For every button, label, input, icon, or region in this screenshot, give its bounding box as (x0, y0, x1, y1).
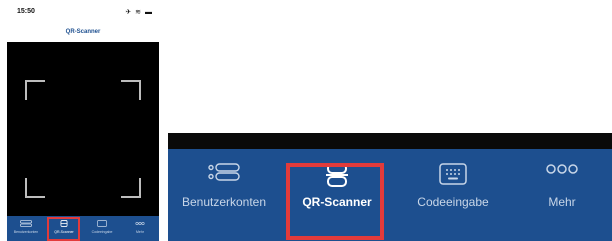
navigation-bar: QR-Scanner (7, 24, 159, 42)
tab-label: Benutzerkonten (181, 195, 267, 209)
tab-label: Mehr (548, 195, 576, 209)
more-icon (546, 164, 578, 174)
keypad-icon (97, 220, 107, 227)
zoomed-tab-bar: Benutzerkonten QR-Scanner Codeeingabe Me… (168, 133, 612, 241)
page-title: QR-Scanner (65, 29, 101, 35)
viewfinder-corner-top-left (25, 80, 45, 100)
status-icons: ✈ ≋ ▬ (125, 9, 153, 16)
camera-viewfinder (7, 42, 159, 216)
tab-benutzerkonten[interactable]: Benutzerkonten (168, 149, 280, 241)
camera-strip (168, 133, 612, 149)
tab-label: Benutzerkonten (13, 230, 39, 234)
viewfinder-corner-bottom-right (121, 178, 141, 198)
viewfinder-corner-bottom-left (25, 178, 45, 198)
tab-codeeingabe-small[interactable]: Codeeingabe (83, 216, 121, 241)
status-time: 15:50 (17, 8, 35, 15)
tab-benutzerkonten-small[interactable]: Benutzerkonten (7, 216, 45, 241)
tab-codeeingabe[interactable]: Codeeingabe (394, 149, 512, 241)
viewfinder-corner-top-right (121, 80, 141, 100)
status-bar: 15:50 ✈ ≋ ▬ (7, 4, 159, 24)
tab-mehr[interactable]: Mehr (512, 149, 612, 241)
tab-bar: Benutzerkonten QR-Scanner Codeeingabe Me… (168, 149, 612, 241)
list-icon (20, 220, 32, 227)
tab-label: Codeeingabe (91, 230, 113, 234)
tab-label: Mehr (136, 230, 144, 234)
tab-label: Codeeingabe (417, 195, 489, 209)
highlight-box (286, 163, 384, 240)
more-icon (135, 221, 145, 226)
tab-bar-small: Benutzerkonten QR-Scanner Codeeingabe Me… (7, 216, 159, 241)
tab-mehr-small[interactable]: Mehr (121, 216, 159, 241)
phone-screenshot: 15:50 ✈ ≋ ▬ QR-Scanner Benutzerkonten QR… (7, 4, 159, 241)
keypad-icon (439, 163, 467, 185)
highlight-box-small (47, 217, 80, 241)
list-icon (208, 163, 240, 181)
